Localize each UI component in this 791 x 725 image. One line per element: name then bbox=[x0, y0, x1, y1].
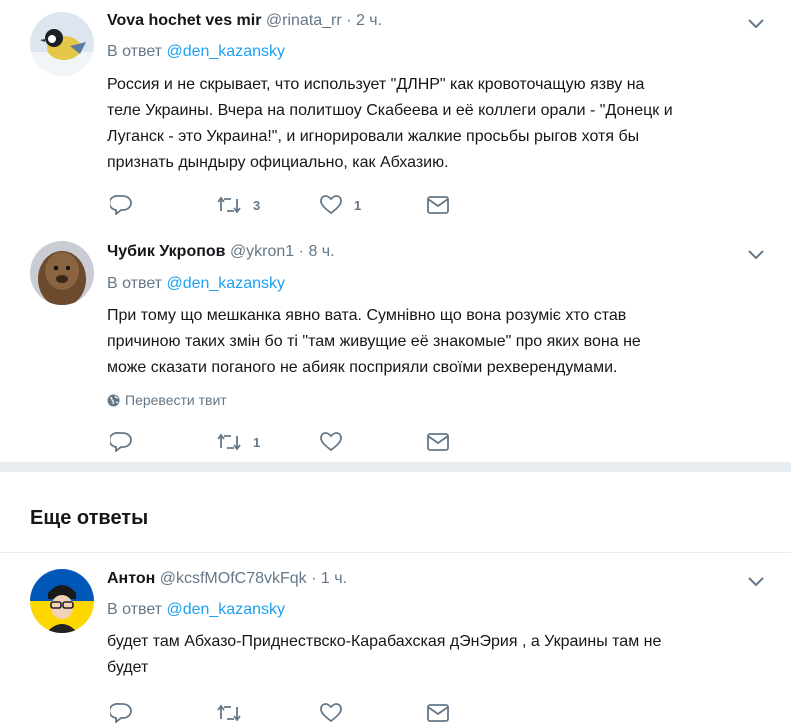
message-button[interactable] bbox=[427, 430, 449, 454]
tweet-3[interactable]: Антон @kcsfMOfC78vkFqk · 1 ч. В ответ @d… bbox=[0, 553, 791, 725]
globe-icon bbox=[107, 394, 120, 406]
tweet-text-line: Россия и не скрывает, что использует "ДЛ… bbox=[107, 76, 645, 93]
tweet-2[interactable]: Чубик Укропов @ykron1 · 8 ч. В ответ @de… bbox=[0, 225, 791, 463]
reply-icon bbox=[110, 432, 132, 452]
message-icon bbox=[427, 196, 449, 214]
tweet-text-line: Луганск - это Украина!", и игнорировали … bbox=[107, 128, 640, 145]
reply-icon bbox=[110, 703, 132, 723]
timestamp[interactable]: 8 ч. bbox=[308, 243, 334, 260]
timestamp[interactable]: 1 ч. bbox=[321, 570, 347, 587]
reply-prefix: В ответ bbox=[107, 275, 163, 292]
avatar[interactable] bbox=[30, 12, 94, 76]
reply-button[interactable] bbox=[110, 193, 132, 217]
author-name[interactable]: Чубик Укропов bbox=[107, 243, 225, 260]
separator-dot: · bbox=[311, 570, 317, 587]
avatar[interactable] bbox=[30, 569, 94, 633]
like-icon bbox=[320, 432, 342, 452]
author-name[interactable]: Vova hochet ves mir bbox=[107, 12, 261, 29]
like-icon bbox=[320, 703, 342, 723]
author-handle[interactable]: @ykron1 bbox=[230, 243, 294, 260]
reply-to-link[interactable]: @den_kazansky bbox=[166, 275, 285, 292]
retweet-icon bbox=[217, 433, 241, 451]
reply-context: В ответ @den_kazansky bbox=[107, 43, 285, 61]
retweet-count: 3 bbox=[253, 197, 261, 213]
tweet-actions: 3 1 bbox=[107, 193, 467, 217]
reply-to-link[interactable]: @den_kazansky bbox=[166, 601, 285, 618]
reply-button[interactable] bbox=[110, 701, 132, 725]
translate-tweet-link[interactable]: Перевести твит bbox=[107, 392, 227, 408]
retweet-count: 1 bbox=[253, 434, 261, 450]
separator-dot: · bbox=[346, 12, 352, 29]
caret-down-icon[interactable] bbox=[747, 249, 765, 261]
like-button[interactable] bbox=[320, 701, 354, 725]
message-icon bbox=[427, 433, 449, 451]
reply-prefix: В ответ bbox=[107, 601, 163, 618]
caret-down-icon[interactable] bbox=[747, 576, 765, 588]
caret-down-icon[interactable] bbox=[747, 18, 765, 30]
like-count: 1 bbox=[354, 197, 362, 213]
tweet-1[interactable]: Vova hochet ves mir @rinata_rr · 2 ч. В … bbox=[0, 0, 791, 226]
reply-context: В ответ @den_kazansky bbox=[107, 275, 285, 293]
translate-label: Перевести твит bbox=[125, 392, 227, 408]
reply-context: В ответ @den_kazansky bbox=[107, 601, 285, 619]
retweet-icon bbox=[217, 704, 241, 722]
tweet-text-line: признать дындыру официально, как Абхазию… bbox=[107, 154, 449, 171]
retweet-button[interactable]: 3 bbox=[217, 193, 260, 217]
avatar[interactable] bbox=[30, 241, 94, 305]
more-replies-title: Еще ответы bbox=[30, 507, 149, 529]
tweet-text: При тому що мешканка явно вата. Сумнівно… bbox=[107, 303, 747, 381]
author-handle[interactable]: @rinata_rr bbox=[266, 12, 342, 29]
message-button[interactable] bbox=[427, 701, 449, 725]
retweet-icon bbox=[217, 196, 241, 214]
message-button[interactable] bbox=[427, 193, 449, 217]
reply-button[interactable] bbox=[110, 430, 132, 454]
like-icon bbox=[320, 195, 342, 215]
retweet-button[interactable] bbox=[217, 701, 253, 725]
tweet-text-line: теле Украины. Вчера на политшоу Скабеева… bbox=[107, 102, 673, 119]
reply-prefix: В ответ bbox=[107, 43, 163, 60]
reply-to-link[interactable]: @den_kazansky bbox=[166, 43, 285, 60]
tweet-text-line: причиною таких змін бо ті "там живущие е… bbox=[107, 333, 641, 350]
tweet-text-line: будет там Абхазо-Приднествско-Карабахска… bbox=[107, 633, 662, 650]
more-replies-header: Еще ответы bbox=[0, 472, 791, 553]
tweet-text-line: При тому що мешканка явно вата. Сумнівно… bbox=[107, 307, 627, 324]
like-button[interactable]: 1 bbox=[320, 193, 361, 217]
author-name[interactable]: Антон bbox=[107, 570, 155, 587]
tweet-text: будет там Абхазо-Приднествско-Карабахска… bbox=[107, 629, 747, 681]
message-icon bbox=[427, 704, 449, 722]
separator-dot: · bbox=[298, 243, 304, 260]
retweet-button[interactable]: 1 bbox=[217, 430, 260, 454]
like-button[interactable] bbox=[320, 430, 354, 454]
tweet-actions bbox=[107, 701, 467, 725]
tweet-text: Россия и не скрывает, что использует "ДЛ… bbox=[107, 72, 747, 176]
tweet-text-line: будет bbox=[107, 659, 149, 676]
reply-icon bbox=[110, 195, 132, 215]
tweet-actions: 1 bbox=[107, 430, 467, 454]
timestamp[interactable]: 2 ч. bbox=[356, 12, 382, 29]
section-divider bbox=[0, 462, 791, 472]
author-handle[interactable]: @kcsfMOfC78vkFqk bbox=[160, 570, 307, 587]
tweet-text-line: може сказати поганого не абияк посприяли… bbox=[107, 359, 618, 376]
